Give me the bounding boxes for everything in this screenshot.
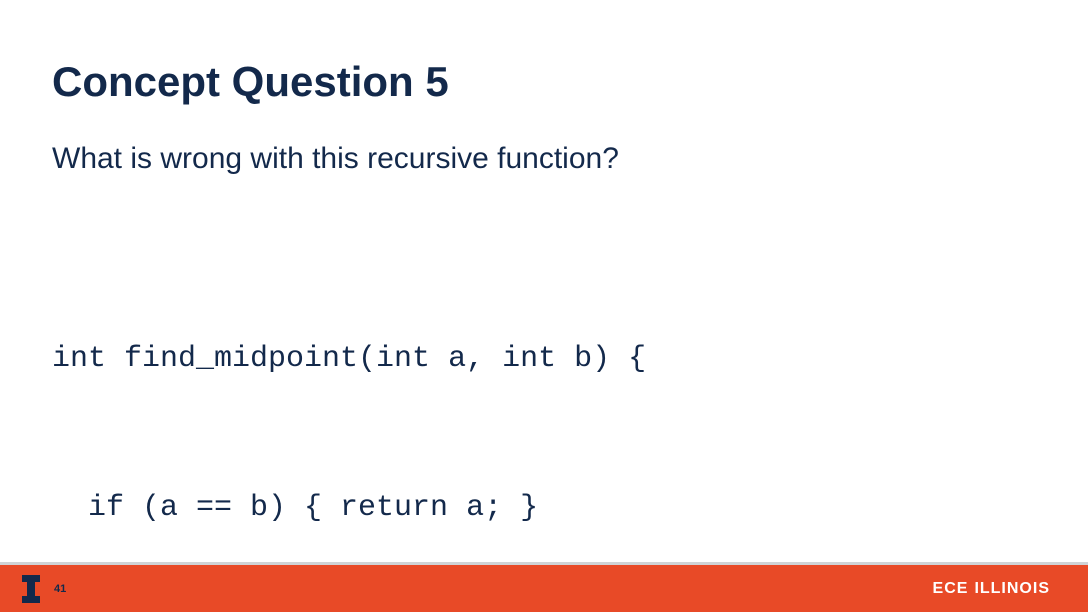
slide-title: Concept Question 5 — [52, 58, 1036, 106]
code-line: int find_midpoint(int a, int b) { — [52, 335, 1036, 385]
footer-bar: 41 ECE ILLINOIS — [0, 565, 1088, 612]
slide: Concept Question 5 What is wrong with th… — [0, 0, 1088, 612]
brand-prefix: ECE — [933, 580, 969, 598]
illinois-logo-icon — [22, 575, 40, 603]
brand-name: ILLINOIS — [974, 580, 1050, 598]
footer-brand: ECE ILLINOIS — [933, 580, 1050, 598]
code-block: int find_midpoint(int a, int b) { if (a … — [52, 236, 1036, 612]
footer-left: 41 — [22, 575, 66, 603]
page-number: 41 — [54, 583, 66, 595]
slide-question: What is wrong with this recursive functi… — [52, 142, 1036, 176]
code-line: if (a == b) { return a; } — [52, 484, 1036, 534]
slide-content: Concept Question 5 What is wrong with th… — [0, 0, 1088, 612]
